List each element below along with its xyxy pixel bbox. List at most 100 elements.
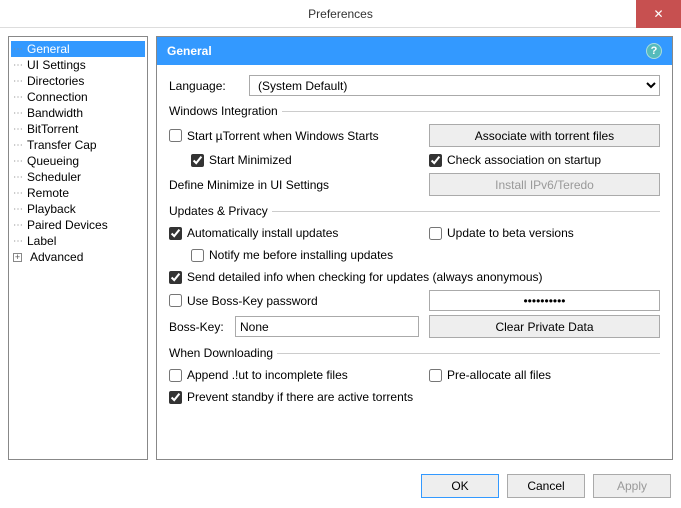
boss-key-pw-checkbox[interactable] bbox=[169, 294, 182, 307]
tree-marker-icon: ⋯ bbox=[13, 156, 23, 167]
beta-row[interactable]: Update to beta versions bbox=[429, 224, 660, 242]
sidebar-item-label: Advanced bbox=[30, 250, 83, 264]
start-minimized-row[interactable]: Start Minimized bbox=[191, 151, 419, 169]
boss-key-password-field[interactable] bbox=[429, 290, 660, 311]
tree-marker-icon: ⋯ bbox=[13, 220, 23, 231]
sidebar-item-ui-settings[interactable]: ⋯ UI Settings bbox=[11, 57, 145, 73]
check-association-label: Check association on startup bbox=[447, 153, 601, 167]
prevent-standby-row[interactable]: Prevent standby if there are active torr… bbox=[169, 388, 660, 406]
tree-marker-icon: ⋯ bbox=[13, 76, 23, 87]
panel-title: General bbox=[167, 44, 212, 58]
tree-marker-icon: ⋯ bbox=[13, 140, 23, 151]
prevent-standby-checkbox[interactable] bbox=[169, 391, 182, 404]
associate-torrent-button[interactable]: Associate with torrent files bbox=[429, 124, 660, 147]
sidebar-item-label: Directories bbox=[27, 74, 84, 88]
sidebar-item-advanced[interactable]: + Advanced bbox=[11, 249, 145, 265]
updates-privacy-group: Updates & Privacy Automatically install … bbox=[169, 204, 660, 342]
prevent-standby-label: Prevent standby if there are active torr… bbox=[187, 390, 413, 404]
sidebar-item-label: Scheduler bbox=[27, 170, 81, 184]
boss-key-pw-row[interactable]: Use Boss-Key password bbox=[169, 292, 419, 310]
clear-private-data-button[interactable]: Clear Private Data bbox=[429, 315, 660, 338]
updates-privacy-legend: Updates & Privacy bbox=[169, 204, 272, 218]
preallocate-row[interactable]: Pre-allocate all files bbox=[429, 366, 660, 384]
when-downloading-legend: When Downloading bbox=[169, 346, 277, 360]
close-icon: ✕ bbox=[653, 7, 663, 21]
windows-integration-group: Windows Integration Start µTorrent when … bbox=[169, 104, 660, 200]
auto-install-row[interactable]: Automatically install updates bbox=[169, 224, 419, 242]
start-with-windows-row[interactable]: Start µTorrent when Windows Starts bbox=[169, 127, 419, 145]
preferences-tree: ⋯ General ⋯ UI Settings ⋯ Directories⋯Connect… bbox=[8, 36, 148, 460]
sidebar-item-label: UI Settings bbox=[27, 58, 86, 72]
sidebar-item-remote[interactable]: ⋯ Remote bbox=[11, 185, 145, 201]
language-select[interactable]: (System Default) bbox=[249, 75, 660, 96]
start-with-windows-checkbox[interactable] bbox=[169, 129, 182, 142]
sidebar-item-label: Playback bbox=[27, 202, 76, 216]
start-with-windows-label: Start µTorrent when Windows Starts bbox=[187, 129, 379, 143]
panel-header: General ? bbox=[157, 37, 672, 65]
tree-marker-icon: ⋯ bbox=[13, 236, 23, 247]
auto-install-checkbox[interactable] bbox=[169, 227, 182, 240]
sidebar-item-label: Paired Devices bbox=[27, 218, 108, 232]
expand-icon[interactable]: + bbox=[13, 253, 22, 262]
append-ut-label: Append .!ut to incomplete files bbox=[187, 368, 348, 382]
sidebar-item-scheduler[interactable]: ⋯ Scheduler bbox=[11, 169, 145, 185]
help-icon[interactable]: ? bbox=[646, 43, 662, 59]
notify-before-label: Notify me before installing updates bbox=[209, 248, 393, 262]
sidebar-item-label: Label bbox=[27, 234, 56, 248]
window-title: Preferences bbox=[308, 7, 373, 21]
check-association-checkbox[interactable] bbox=[429, 154, 442, 167]
sidebar-item-playback[interactable]: ⋯ Playback bbox=[11, 201, 145, 217]
apply-button[interactable]: Apply bbox=[593, 474, 671, 498]
start-minimized-label: Start Minimized bbox=[209, 153, 292, 167]
sidebar-item-queueing[interactable]: ⋯ Queueing bbox=[11, 153, 145, 169]
check-association-row[interactable]: Check association on startup bbox=[429, 151, 660, 169]
boss-key-field[interactable] bbox=[235, 316, 419, 337]
window-titlebar: Preferences ✕ bbox=[0, 0, 681, 28]
sidebar-item-label: Remote bbox=[27, 186, 69, 200]
sidebar-item-transfer-cap[interactable]: ⋯ Transfer Cap bbox=[11, 137, 145, 153]
beta-checkbox[interactable] bbox=[429, 227, 442, 240]
define-minimize-text: Define Minimize in UI Settings bbox=[169, 178, 419, 192]
send-info-label: Send detailed info when checking for upd… bbox=[187, 270, 543, 284]
boss-key-row: Boss-Key: bbox=[169, 316, 419, 337]
send-info-row[interactable]: Send detailed info when checking for upd… bbox=[169, 268, 660, 286]
sidebar-item-label: Queueing bbox=[27, 154, 79, 168]
beta-label: Update to beta versions bbox=[447, 226, 574, 240]
boss-key-label: Boss-Key: bbox=[169, 320, 229, 334]
sidebar-item-paired-devices[interactable]: ⋯ Paired Devices bbox=[11, 217, 145, 233]
sidebar-item-label: Bandwidth bbox=[27, 106, 83, 120]
notify-before-row[interactable]: Notify me before installing updates bbox=[191, 246, 660, 264]
auto-install-label: Automatically install updates bbox=[187, 226, 338, 240]
tree-marker-icon: ⋯ bbox=[13, 60, 23, 71]
send-info-checkbox[interactable] bbox=[169, 271, 182, 284]
window-close-button[interactable]: ✕ bbox=[636, 0, 681, 28]
sidebar-item-bittorrent[interactable]: ⋯ BitTorrent bbox=[11, 121, 145, 137]
start-minimized-checkbox[interactable] bbox=[191, 154, 204, 167]
preallocate-checkbox[interactable] bbox=[429, 369, 442, 382]
tree-marker-icon: ⋯ bbox=[13, 44, 23, 55]
sidebar-item-bandwidth[interactable]: ⋯Bandwidth bbox=[11, 105, 145, 121]
sidebar-item-connection[interactable]: ⋯Connection bbox=[11, 89, 145, 105]
sidebar-item-directories[interactable]: ⋯ Directories bbox=[11, 73, 145, 89]
sidebar-item-label[interactable]: ⋯ Label bbox=[11, 233, 145, 249]
sidebar-item-label: Transfer Cap bbox=[27, 138, 97, 152]
preallocate-label: Pre-allocate all files bbox=[447, 368, 551, 382]
tree-marker-icon: ⋯ bbox=[13, 124, 23, 135]
boss-key-pw-label: Use Boss-Key password bbox=[187, 294, 318, 308]
notify-before-checkbox[interactable] bbox=[191, 249, 204, 262]
sidebar-item-label: General bbox=[27, 42, 70, 56]
ok-button[interactable]: OK bbox=[421, 474, 499, 498]
append-ut-checkbox[interactable] bbox=[169, 369, 182, 382]
when-downloading-group: When Downloading Append .!ut to incomple… bbox=[169, 346, 660, 410]
append-ut-row[interactable]: Append .!ut to incomplete files bbox=[169, 366, 419, 384]
sidebar-item-general[interactable]: ⋯ General bbox=[11, 41, 145, 57]
dialog-button-row: OK Cancel Apply bbox=[0, 468, 681, 498]
tree-marker-icon: ⋯ bbox=[13, 172, 23, 183]
install-ipv6-button[interactable]: Install IPv6/Teredo bbox=[429, 173, 660, 196]
tree-marker-icon: ⋯ bbox=[13, 204, 23, 215]
tree-marker-icon: ⋯ bbox=[13, 92, 23, 103]
tree-marker-icon: ⋯ bbox=[13, 188, 23, 199]
windows-integration-legend: Windows Integration bbox=[169, 104, 282, 118]
cancel-button[interactable]: Cancel bbox=[507, 474, 585, 498]
sidebar-item-label: BitTorrent bbox=[27, 122, 78, 136]
